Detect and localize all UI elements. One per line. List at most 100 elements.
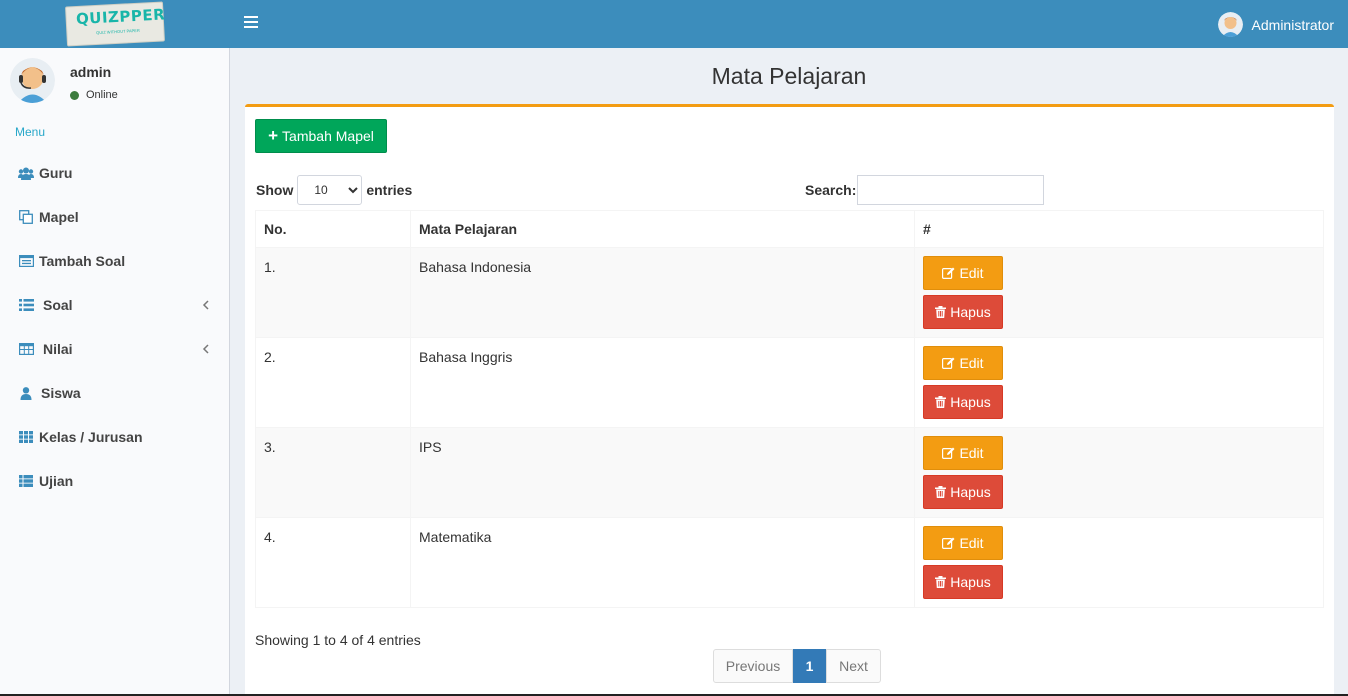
users-icon	[18, 166, 34, 180]
user-avatar	[10, 58, 55, 103]
sidebar-item-label: Ujian	[39, 473, 74, 489]
sidebar-item-mapel[interactable]: Mapel	[0, 195, 229, 239]
sidebar-item-label: Kelas / Jurusan	[39, 429, 143, 445]
trash-icon	[935, 576, 947, 588]
sidebar-item-label: Tambah Soal	[39, 253, 126, 269]
chevron-left-icon[interactable]	[201, 298, 211, 312]
mapel-table: No. Mata Pelajaran # 1. Bahasa Indonesia…	[255, 210, 1324, 608]
edit-button[interactable]: Edit	[923, 346, 1003, 380]
page-length-control: Show 10 entries	[256, 175, 412, 205]
edit-label: Edit	[959, 355, 984, 371]
th-icon	[18, 430, 34, 444]
sidebar-item-label: Mapel	[39, 209, 79, 225]
plus-icon: +	[268, 126, 279, 145]
row-actions: Edit Hapus	[914, 517, 1324, 608]
page-length-select[interactable]: 10	[297, 175, 363, 205]
sidebar-item-label: Guru	[39, 165, 73, 181]
edit-label: Edit	[959, 535, 984, 551]
delete-button[interactable]: Hapus	[923, 475, 1003, 509]
edit-icon	[942, 357, 955, 369]
trash-icon	[935, 486, 947, 498]
sidebar-item-siswa[interactable]: Siswa	[0, 371, 229, 415]
table-header-row: No. Mata Pelajaran #	[255, 210, 1324, 248]
table-row: 1. Bahasa Indonesia Edit Hapus	[255, 247, 1324, 338]
sidebar-item-label: Siswa	[41, 385, 81, 401]
edit-label: Edit	[959, 445, 984, 461]
row-subject-name: Bahasa Indonesia	[410, 247, 915, 338]
sidebar-item-soal[interactable]: Soal	[0, 283, 229, 327]
trash-icon	[935, 396, 947, 408]
row-number: 2.	[255, 337, 411, 428]
user-icon	[18, 386, 34, 400]
user-name: admin	[70, 64, 112, 80]
table-icon	[18, 342, 34, 356]
delete-label: Hapus	[950, 574, 991, 590]
pagination-page-current[interactable]: 1	[793, 649, 826, 683]
add-mapel-label: Tambah Mapel	[282, 128, 374, 144]
edit-button[interactable]: Edit	[923, 436, 1003, 470]
trash-icon	[935, 306, 947, 318]
sidebar-item-guru[interactable]: Guru	[0, 151, 229, 195]
copy-icon	[18, 210, 34, 224]
delete-button[interactable]: Hapus	[923, 385, 1003, 419]
search-input[interactable]	[857, 175, 1045, 205]
row-actions: Edit Hapus	[914, 247, 1324, 338]
row-actions: Edit Hapus	[914, 337, 1324, 428]
list-icon	[18, 298, 34, 312]
edit-icon	[942, 267, 955, 279]
sidebar-item-label: Soal	[43, 297, 73, 313]
delete-label: Hapus	[950, 394, 991, 410]
search-control: Search:	[805, 175, 1045, 205]
user-menu[interactable]: Administrator	[1217, 12, 1334, 37]
chevron-left-icon[interactable]	[201, 342, 211, 356]
header-user-name: Administrator	[1251, 16, 1334, 33]
pagination-next[interactable]: Next	[826, 649, 881, 683]
content-box: + Tambah Mapel Show 10 entries Search: N…	[245, 104, 1334, 696]
logo[interactable]: QUIZPPER QUIZ WITHOUT PAPER	[0, 0, 230, 48]
show-label: Show	[256, 182, 294, 198]
sidebar-item-kelas-jurusan[interactable]: Kelas / Jurusan	[0, 415, 229, 459]
pagination-previous[interactable]: Previous	[713, 649, 793, 683]
edit-label: Edit	[959, 265, 984, 281]
row-subject-name: Bahasa Inggris	[410, 337, 915, 428]
avatar	[1217, 12, 1243, 37]
sidebar-item-nilai[interactable]: Nilai	[0, 327, 229, 371]
column-header-actions[interactable]: #	[914, 210, 1324, 248]
sidebar-item-label: Nilai	[43, 341, 73, 357]
table-row: 3. IPS Edit Hapus	[255, 427, 1324, 518]
table-row: 2. Bahasa Inggris Edit Hapus	[255, 337, 1324, 428]
add-mapel-button[interactable]: + Tambah Mapel	[255, 119, 387, 153]
pagination: Previous 1 Next	[713, 649, 881, 683]
user-status: Online	[70, 89, 118, 101]
column-header-mata-pelajaran[interactable]: Mata Pelajaran	[410, 210, 915, 248]
table-row: 4. Matematika Edit Hapus	[255, 517, 1324, 608]
edit-button[interactable]: Edit	[923, 256, 1003, 290]
search-label: Search:	[805, 182, 857, 198]
row-number: 1.	[255, 247, 411, 338]
row-subject-name: Matematika	[410, 517, 915, 608]
menu-header: Menu	[15, 125, 46, 139]
online-dot-icon	[70, 90, 79, 100]
table-info: Showing 1 to 4 of 4 entries	[255, 632, 421, 648]
column-header-no[interactable]: No.	[255, 210, 411, 248]
list-alt-icon	[18, 254, 34, 268]
user-status-label: Online	[86, 89, 118, 101]
edit-icon	[942, 447, 955, 459]
row-number: 3.	[255, 427, 411, 518]
page-title: Mata Pelajaran	[711, 63, 867, 89]
delete-button[interactable]: Hapus	[923, 565, 1003, 599]
row-subject-name: IPS	[410, 427, 915, 518]
sidebar-item-tambah-soal[interactable]: Tambah Soal	[0, 239, 229, 283]
sidebar-item-ujian[interactable]: Ujian	[0, 459, 229, 503]
edit-icon	[942, 537, 955, 549]
delete-button[interactable]: Hapus	[923, 295, 1003, 329]
sidebar-toggle-icon[interactable]	[244, 16, 258, 30]
row-actions: Edit Hapus	[914, 427, 1324, 518]
delete-label: Hapus	[950, 304, 991, 320]
top-navbar: QUIZPPER QUIZ WITHOUT PAPER Administrato…	[0, 0, 1348, 48]
sidebar-menu: Guru Mapel Tambah Soal Soal Nilai Siswa …	[0, 151, 229, 503]
entries-label: entries	[366, 182, 413, 198]
row-number: 4.	[255, 517, 411, 608]
user-panel: admin Online	[10, 58, 220, 106]
edit-button[interactable]: Edit	[923, 526, 1003, 560]
